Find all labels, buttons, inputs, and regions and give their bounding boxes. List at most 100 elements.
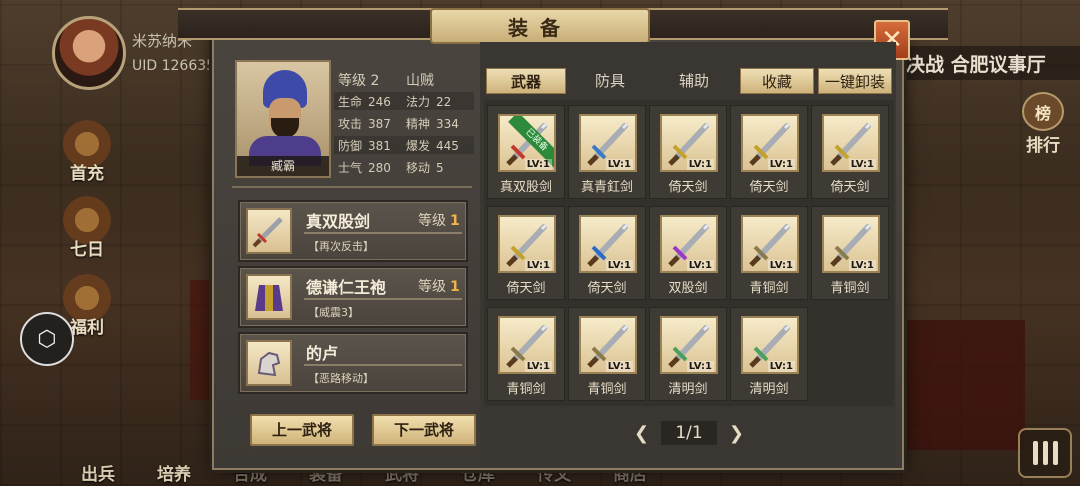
player-uid: UID 126635 — [132, 58, 216, 74]
equip-skill: 【再次反击】 — [308, 240, 374, 253]
tab-armor[interactable]: 防具 — [570, 68, 650, 94]
item-name: 青铜剑 — [749, 281, 789, 296]
sword-icon: LV:1 — [498, 215, 556, 273]
item-level: LV:1 — [686, 159, 714, 170]
inventory-item[interactable]: 已装备 LV:1 真双股剑 — [487, 105, 565, 199]
pagination: ❮ 1/1 ❯ — [634, 418, 744, 448]
ranking-button[interactable]: 榜 排行 — [1014, 92, 1072, 156]
inventory-item[interactable]: LV:1 双股剑 — [649, 206, 727, 300]
inventory-item[interactable]: LV:1 青铜剑 — [730, 206, 808, 300]
item-level: LV:1 — [767, 361, 795, 372]
equip-name: 德谦仁王袍 — [306, 278, 387, 297]
equipped-mount-card[interactable]: 的卢 【恶路移动】 — [238, 332, 468, 394]
item-level: LV:1 — [524, 260, 552, 271]
inventory-item[interactable]: LV:1 青铜剑 — [811, 206, 889, 300]
item-name: 倚天剑 — [668, 180, 708, 195]
tab-accessory[interactable]: 辅助 — [654, 68, 734, 94]
page-indicator: 1/1 — [661, 421, 717, 445]
prev-page-arrow-icon[interactable]: ❮ — [634, 423, 649, 444]
item-level: LV:1 — [767, 159, 795, 170]
inventory-item[interactable]: LV:1 倚天剑 — [568, 206, 646, 300]
seven-day-button[interactable]: 七日 — [55, 196, 119, 260]
stat-attack: 攻击 387 — [338, 117, 391, 131]
stat-move: 移动 5 — [406, 161, 444, 175]
equipped-armor-card[interactable]: 德谦仁王袍 等级 1 【威震3】 — [238, 266, 468, 328]
ranking-icon: 榜 — [1022, 92, 1064, 131]
collect-button[interactable]: 收藏 — [740, 68, 814, 94]
item-name: 青铜剑 — [587, 382, 627, 397]
main-menu-button[interactable] — [1018, 428, 1072, 478]
item-level: LV:1 — [767, 260, 795, 271]
item-level: LV:1 — [686, 260, 714, 271]
first-recharge-button[interactable]: 首充 — [55, 120, 119, 184]
menu-bar-icon — [1032, 441, 1038, 465]
menu-bar-icon — [1042, 441, 1048, 465]
item-level: LV:1 — [605, 361, 633, 372]
item-name: 双股剑 — [668, 281, 708, 296]
inventory-item[interactable]: LV:1 清明剑 — [730, 307, 808, 401]
equip-level: 等级 1 — [418, 279, 460, 295]
floating-assistant-button[interactable]: ⬡ — [20, 312, 74, 366]
ranking-label: 排行 — [1026, 136, 1060, 156]
stat-morale: 士气 280 — [338, 161, 391, 175]
inventory-item[interactable]: LV:1 倚天剑 — [487, 206, 565, 300]
sword-icon: 已装备 LV:1 — [498, 114, 556, 172]
unequip-all-button[interactable]: 一键卸装 — [818, 68, 892, 94]
inventory-item[interactable]: LV:1 真青釭剑 — [568, 105, 646, 199]
stat-mp: 法力 22 — [406, 95, 452, 109]
sword-icon: LV:1 — [741, 114, 799, 172]
next-general-button[interactable]: 下一武将 — [372, 414, 476, 446]
item-name: 倚天剑 — [587, 281, 627, 296]
prev-general-button[interactable]: 上一武将 — [250, 414, 354, 446]
inventory-item[interactable]: LV:1 倚天剑 — [730, 105, 808, 199]
item-level: LV:1 — [524, 159, 552, 170]
inventory-item[interactable]: LV:1 清明剑 — [649, 307, 727, 401]
equip-skill: 【恶路移动】 — [308, 372, 374, 385]
item-name: 青铜剑 — [506, 382, 546, 397]
cube-icon: ⬡ — [37, 326, 57, 352]
stat-defense: 防御 381 — [338, 139, 391, 153]
sword-icon: LV:1 — [741, 316, 799, 374]
item-name: 青铜剑 — [830, 281, 870, 296]
sword-icon: LV:1 — [579, 316, 637, 374]
item-name: 倚天剑 — [506, 281, 546, 296]
item-name: 倚天剑 — [749, 180, 789, 195]
horse-icon — [246, 340, 292, 386]
panel-title: 装备 — [430, 8, 650, 44]
item-name: 真青釭剑 — [580, 180, 633, 195]
sword-icon: LV:1 — [579, 114, 637, 172]
equip-name: 的卢 — [306, 344, 339, 363]
sword-icon: LV:1 — [660, 316, 718, 374]
item-level: LV:1 — [605, 159, 633, 170]
item-level: LV:1 — [848, 260, 876, 271]
hero-class: 山贼 — [406, 73, 434, 89]
player-avatar[interactable] — [52, 16, 126, 90]
item-name: 清明剑 — [668, 382, 708, 397]
inventory-item[interactable]: LV:1 倚天剑 — [811, 105, 889, 199]
sword-icon: LV:1 — [660, 215, 718, 273]
sword-icon: LV:1 — [579, 215, 637, 273]
inventory-item[interactable]: LV:1 青铜剑 — [568, 307, 646, 401]
equip-skill: 【威震3】 — [308, 306, 359, 319]
hero-portrait[interactable]: 臧霸 — [235, 60, 331, 178]
sword-icon: LV:1 — [822, 215, 880, 273]
equipped-weapon-card[interactable]: 真双股剑 等级 1 【再次反击】 — [238, 200, 468, 262]
inventory-item[interactable]: LV:1 倚天剑 — [649, 105, 727, 199]
stat-spirit: 精神 334 — [406, 117, 459, 131]
sword-icon: LV:1 — [741, 215, 799, 273]
nav-deploy[interactable]: 出兵 — [60, 452, 136, 486]
stat-hp: 生命 246 — [338, 95, 391, 109]
tab-weapons[interactable]: 武器 — [486, 68, 566, 94]
item-level: LV:1 — [848, 159, 876, 170]
item-level: LV:1 — [605, 260, 633, 271]
next-page-arrow-icon[interactable]: ❯ — [729, 423, 744, 444]
hero-name: 臧霸 — [237, 156, 329, 176]
inventory-item[interactable]: LV:1 青铜剑 — [487, 307, 565, 401]
divider — [232, 186, 472, 188]
nav-train[interactable]: 培养 — [136, 452, 212, 486]
sword-icon — [246, 208, 292, 254]
location-banner: 决战 合肥议事厅 — [900, 46, 1080, 80]
item-name: 真双股剑 — [499, 180, 552, 195]
equip-name: 真双股剑 — [306, 212, 371, 231]
item-level: LV:1 — [524, 361, 552, 372]
